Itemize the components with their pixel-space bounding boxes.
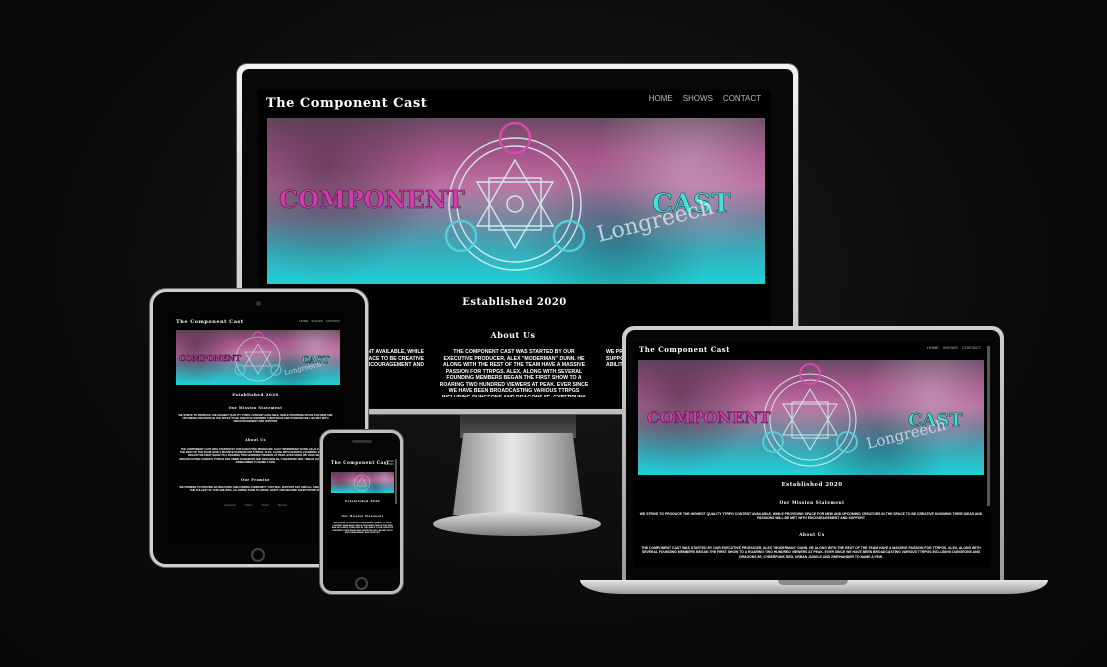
about-heading: About Us <box>490 330 536 340</box>
main-nav: Home Shows Contact <box>649 94 761 103</box>
phone-screen: The Component Cast Home Shows Establishe… <box>327 457 398 569</box>
monitor-stand <box>453 433 583 515</box>
tablet-footer-twitter[interactable]: Twitter <box>245 504 253 507</box>
sigil-icon <box>444 121 586 271</box>
phone-site-title[interactable]: The Component Cast <box>331 460 389 465</box>
laptop-about-text: The Component Cast was started by our ex… <box>641 546 981 559</box>
phone-speaker <box>352 440 372 443</box>
tablet-home-button[interactable] <box>251 548 265 562</box>
laptop-nav-contact[interactable]: Contact <box>962 345 981 350</box>
hero-art: COMPONENT CAST Longreech <box>279 121 732 271</box>
tablet-promise-text: We promise to provide an inclusive, welc… <box>179 486 332 493</box>
phone-sigil-icon <box>353 472 371 492</box>
phone-established: Established 2020 <box>345 499 380 503</box>
monitor-base <box>433 512 601 536</box>
mockup-stage: The Component Cast Home Shows Contact <box>0 0 1107 667</box>
laptop-hero-overlay-word: Longreech <box>864 416 948 453</box>
phone-mission-text: We strive to produce the highest quality… <box>331 522 394 535</box>
tablet-sigil-icon <box>234 331 282 382</box>
about-text: The Component Cast was started by our ex… <box>439 349 589 397</box>
phone-home-button[interactable] <box>355 577 368 590</box>
phone-nav: Home Shows <box>384 460 394 466</box>
tablet-established: Established 2020 <box>232 392 279 397</box>
laptop-mission-text: We strive to produce the highest quality… <box>639 512 983 521</box>
laptop-mission-heading: Our Mission Statement <box>779 500 845 505</box>
laptop-nav-home[interactable]: Home <box>927 345 939 350</box>
tablet-promise-heading: Our Promise <box>241 478 270 482</box>
laptop-notch <box>778 580 848 585</box>
tablet-about-text: The Component Cast was started by our ex… <box>179 448 332 464</box>
tablet-nav-contact[interactable]: Contact <box>326 319 340 323</box>
tablet-nav-home[interactable]: Home <box>299 319 308 323</box>
tablet-footer-discord[interactable]: Discord <box>278 504 287 507</box>
laptop-established: Established 2020 <box>781 482 843 488</box>
laptop-hero-art: COMPONENT CAST Longreech <box>647 363 964 467</box>
tablet-hero-art: COMPONENT CAST Longreech <box>179 331 330 382</box>
tablet-mission-text: We strive to produce the highest quality… <box>178 414 333 424</box>
tablet-nav-shows[interactable]: Shows <box>311 319 322 323</box>
site-title[interactable]: The Component Cast <box>266 96 427 111</box>
laptop-hero-left-word: COMPONENT <box>647 408 771 427</box>
laptop-hero-banner: COMPONENT CAST Longreech <box>638 360 984 475</box>
tablet-footer-facebook[interactable]: Facebook <box>224 504 235 507</box>
nav-shows[interactable]: Shows <box>683 94 713 103</box>
laptop-scrollbar[interactable] <box>987 346 990 506</box>
nav-home[interactable]: Home <box>649 94 673 103</box>
tablet-footer-links: Facebook Twitter Twitch Discord <box>168 504 343 507</box>
phone-mission-heading: Our Mission Statement <box>341 515 384 518</box>
laptop-sigil-icon <box>762 363 858 467</box>
phone-scrollbar[interactable] <box>395 459 397 504</box>
laptop-about-heading: About Us <box>799 532 825 537</box>
hero-left-word: COMPONENT <box>279 185 465 214</box>
laptop-nav: Home Shows Contact <box>927 345 981 350</box>
tablet-hero-left-word: COMPONENT <box>179 353 241 363</box>
phone-nav-shows[interactable]: Shows <box>384 463 394 466</box>
nav-contact[interactable]: Contact <box>723 94 761 103</box>
tablet-camera <box>256 301 261 306</box>
laptop-screen: The Component Cast Home Shows Contact CO… <box>634 342 990 567</box>
tablet-site-title[interactable]: The Component Cast <box>176 319 244 325</box>
tablet-footer-twitch[interactable]: Twitch <box>261 504 268 507</box>
tablet-about-heading: About Us <box>245 438 266 442</box>
tablet-mission-heading: Our Mission Statement <box>228 406 283 410</box>
phone-hero-banner <box>331 472 394 493</box>
tablet-screen: The Component Cast Home Shows Contact CO… <box>168 314 343 544</box>
tablet-hero-banner: COMPONENT CAST Longreech <box>176 330 340 385</box>
phone-hero-art <box>353 472 371 492</box>
laptop-nav-shows[interactable]: Shows <box>943 345 958 350</box>
hero-banner: COMPONENT CAST Longreech <box>267 118 765 284</box>
laptop-site-title[interactable]: The Component Cast <box>639 345 730 354</box>
tablet-nav: Home Shows Contact <box>299 319 340 323</box>
